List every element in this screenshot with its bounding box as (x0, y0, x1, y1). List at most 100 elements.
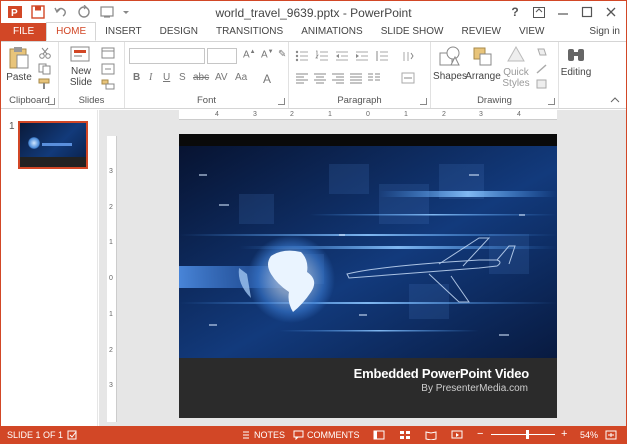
zoom-in-icon[interactable]: + (561, 428, 567, 440)
cut-icon[interactable] (38, 47, 52, 59)
shapes-button[interactable]: Shapes (433, 45, 467, 82)
paragraph-launcher-icon[interactable] (420, 98, 427, 105)
align-text-icon[interactable] (401, 72, 415, 84)
zoom-slider-track[interactable] (491, 434, 555, 435)
collapse-ribbon-icon[interactable] (610, 96, 620, 104)
ribbon-display-icon[interactable] (528, 3, 550, 21)
bold-icon[interactable]: B (133, 72, 140, 83)
font-color-icon[interactable]: A (263, 72, 271, 86)
font-group-label: Font (196, 95, 216, 106)
arrange-button[interactable]: Arrange (465, 45, 501, 82)
tab-file[interactable]: FILE (1, 23, 47, 41)
close-icon[interactable] (600, 3, 622, 21)
tab-transitions[interactable]: TRANSITIONS (207, 23, 292, 41)
decrease-indent-icon[interactable] (335, 50, 349, 62)
tab-home[interactable]: HOME (46, 22, 97, 41)
clipboard-group: Paste Clipboard (1, 42, 59, 108)
help-icon[interactable]: ? (504, 3, 526, 21)
clipboard-launcher-icon[interactable] (48, 98, 55, 105)
italic-icon[interactable]: I (149, 72, 152, 83)
vertical-ruler-tick: 2 (109, 347, 113, 354)
font-launcher-icon[interactable] (278, 98, 285, 105)
increase-font-size-icon[interactable]: A▲ (243, 49, 256, 60)
increase-indent-icon[interactable] (355, 50, 369, 62)
slide-title[interactable]: Embedded PowerPoint Video (354, 366, 530, 381)
tab-animations[interactable]: ANIMATIONS (292, 23, 371, 41)
slide-canvas[interactable]: Embedded PowerPoint Video By PresenterMe… (179, 134, 557, 418)
change-case-icon[interactable]: Aa (235, 72, 247, 83)
align-center-icon[interactable] (313, 72, 327, 84)
zoom-percent[interactable]: 54% (580, 430, 598, 440)
horizontal-ruler-tick: 4 (517, 111, 521, 118)
shapes-icon (439, 46, 460, 66)
slide-thumbnail[interactable] (18, 121, 88, 169)
character-spacing-icon[interactable]: AV (215, 72, 228, 83)
ribbon: Paste Clipboard New Slide Slides A▲ A▼ ✎… (1, 41, 626, 109)
ribbon-tabs: FILE HOME INSERT DESIGN TRANSITIONS ANIM… (1, 22, 626, 41)
strikethrough-icon[interactable]: abc (193, 72, 209, 83)
text-direction-icon[interactable] (401, 50, 415, 62)
paragraph-group-label: Paragraph (337, 95, 382, 106)
vertical-ruler-tick: 1 (109, 311, 113, 318)
justify-icon[interactable] (349, 72, 363, 84)
paste-button[interactable]: Paste (5, 46, 33, 83)
horizontal-ruler-tick: 1 (328, 111, 332, 118)
slide-subtitle[interactable]: By PresenterMedia.com (421, 383, 528, 394)
tab-view[interactable]: VIEW (510, 23, 554, 41)
tab-design[interactable]: DESIGN (151, 23, 207, 41)
horizontal-ruler-tick: 0 (366, 111, 370, 118)
shape-outline-icon[interactable] (535, 63, 549, 75)
decrease-font-size-icon[interactable]: A▼ (261, 49, 274, 60)
new-slide-label-line1: New (70, 66, 91, 77)
tab-review[interactable]: REVIEW (452, 23, 509, 41)
shape-fill-icon[interactable] (535, 47, 549, 59)
columns-icon[interactable] (367, 72, 381, 84)
slide-sorter-icon[interactable] (399, 430, 411, 440)
zoom-slider-thumb[interactable] (526, 430, 529, 439)
vertical-ruler: 3 2 1 0 1 2 3 (107, 136, 117, 422)
shape-effects-icon[interactable] (535, 78, 549, 90)
binoculars-icon (568, 49, 584, 61)
sign-in-link[interactable]: Sign in (589, 23, 620, 41)
align-left-icon[interactable] (295, 72, 309, 84)
horizontal-ruler: 4 3 2 1 0 1 2 3 4 (179, 110, 557, 120)
tab-slide-show[interactable]: SLIDE SHOW (372, 23, 453, 41)
shadow-icon[interactable]: S (179, 72, 186, 83)
horizontal-ruler-tick: 3 (253, 111, 257, 118)
arrange-icon (473, 47, 492, 66)
slide-show-icon[interactable] (451, 430, 463, 440)
layout-icon[interactable] (101, 47, 115, 59)
editing-button[interactable]: Editing (559, 45, 593, 78)
bullets-icon[interactable] (295, 50, 309, 62)
comments-button[interactable]: COMMENTS (307, 430, 360, 440)
underline-icon[interactable]: U (163, 72, 170, 83)
zoom-out-icon[interactable]: − (477, 428, 483, 440)
minimize-icon[interactable] (552, 3, 574, 21)
clear-formatting-icon[interactable]: ✎ (278, 49, 286, 60)
line-spacing-icon[interactable] (375, 50, 389, 62)
slide-editing-area: 432101234 3210123 Embedded PowerPoint Vi… (99, 110, 626, 426)
tab-insert[interactable]: INSERT (96, 23, 151, 41)
font-name-combobox[interactable] (129, 48, 205, 64)
normal-view-icon[interactable] (373, 430, 385, 440)
vertical-ruler-tick: 0 (109, 275, 113, 282)
fit-slide-icon[interactable] (605, 430, 617, 440)
powerpoint-window: P world_travel_9639.pptx - PowerPoint ? (0, 0, 627, 444)
paste-icon (9, 47, 29, 69)
reset-icon[interactable] (101, 63, 115, 75)
drawing-group-label: Drawing (477, 95, 512, 106)
new-slide-button[interactable]: New Slide (67, 46, 95, 88)
maximize-icon[interactable] (576, 3, 598, 21)
copy-icon[interactable] (38, 63, 52, 75)
section-icon[interactable] (101, 78, 115, 90)
notes-button[interactable]: NOTES (254, 430, 285, 440)
numbering-icon[interactable] (315, 50, 329, 62)
reading-view-icon[interactable] (425, 430, 437, 440)
spell-check-icon[interactable] (67, 430, 78, 440)
status-bar: SLIDE 1 OF 1 NOTES COMMENTS − + 54% (1, 426, 626, 443)
align-right-icon[interactable] (331, 72, 345, 84)
quick-styles-button[interactable]: Quick Styles (501, 45, 531, 89)
format-painter-icon[interactable] (38, 78, 52, 90)
drawing-launcher-icon[interactable] (548, 98, 555, 105)
font-size-combobox[interactable] (207, 48, 237, 64)
